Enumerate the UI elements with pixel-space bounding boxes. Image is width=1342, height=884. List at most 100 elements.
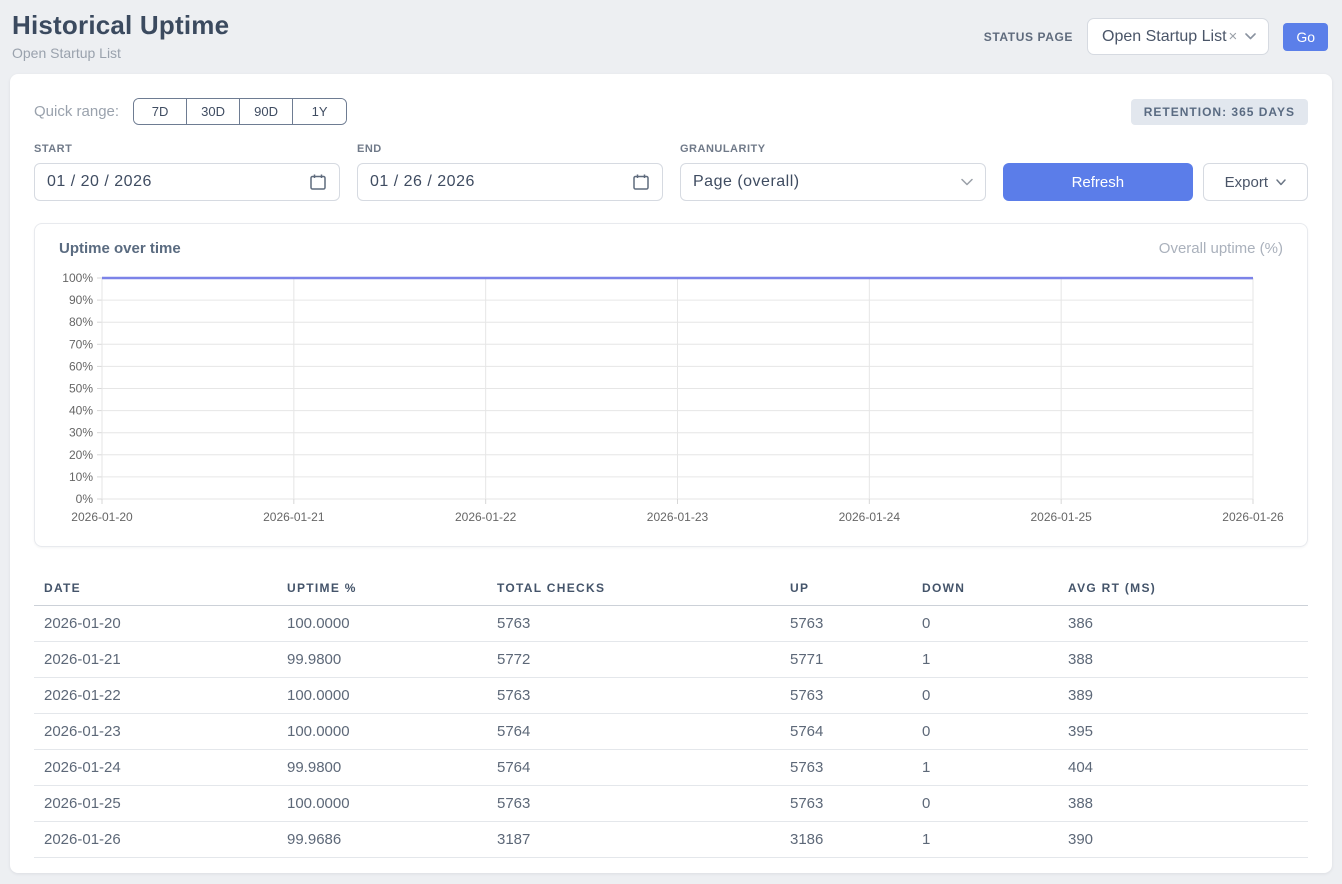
table-cell: 2026-01-23 xyxy=(34,714,277,750)
table-cell: 1 xyxy=(912,642,1058,678)
svg-text:0%: 0% xyxy=(76,492,94,506)
svg-text:70%: 70% xyxy=(69,337,93,351)
uptime-table: DATEUPTIME %TOTAL CHECKSUPDOWNAVG RT (MS… xyxy=(34,573,1308,858)
table-cell: 5763 xyxy=(487,786,780,822)
svg-text:2026-01-23: 2026-01-23 xyxy=(647,510,709,524)
go-button[interactable]: Go xyxy=(1283,23,1328,51)
table-cell: 1 xyxy=(912,822,1058,858)
table-cell: 0 xyxy=(912,714,1058,750)
chart-title: Uptime over time xyxy=(59,240,181,257)
chevron-down-icon xyxy=(1276,179,1286,186)
table-cell: 5772 xyxy=(487,642,780,678)
quick-range-group: 7D30D90D1Y xyxy=(133,98,347,125)
column-header: DATE xyxy=(34,573,277,606)
table-row: 2026-01-25100.0000576357630388 xyxy=(34,786,1308,822)
table-cell: 100.0000 xyxy=(277,714,487,750)
table-cell: 99.9800 xyxy=(277,750,487,786)
svg-text:80%: 80% xyxy=(69,315,93,329)
start-date-input[interactable]: 01 / 20 / 2026 xyxy=(34,163,340,201)
svg-text:2026-01-20: 2026-01-20 xyxy=(71,510,133,524)
table-cell: 5763 xyxy=(487,606,780,642)
table-cell: 5764 xyxy=(780,714,912,750)
table-cell: 386 xyxy=(1058,606,1308,642)
status-page-select[interactable]: Open Startup List × xyxy=(1087,18,1269,55)
table-row: 2026-01-20100.0000576357630386 xyxy=(34,606,1308,642)
calendar-icon[interactable] xyxy=(632,173,650,191)
calendar-icon[interactable] xyxy=(309,173,327,191)
table-cell: 0 xyxy=(912,606,1058,642)
table-cell: 390 xyxy=(1058,822,1308,858)
granularity-value: Page (overall) xyxy=(693,173,800,191)
table-row: 2026-01-23100.0000576457640395 xyxy=(34,714,1308,750)
table-cell: 395 xyxy=(1058,714,1308,750)
uptime-chart-card: Uptime over time Overall uptime (%) 0% 10… xyxy=(34,223,1308,547)
table-cell: 5764 xyxy=(487,714,780,750)
svg-text:50%: 50% xyxy=(69,382,93,396)
table-cell: 5764 xyxy=(487,750,780,786)
table-cell: 2026-01-25 xyxy=(34,786,277,822)
table-cell: 5763 xyxy=(780,606,912,642)
svg-text:60%: 60% xyxy=(69,359,93,373)
end-date-input[interactable]: 01 / 26 / 2026 xyxy=(357,163,663,201)
main-panel: Quick range: 7D30D90D1Y RETENTION: 365 D… xyxy=(10,74,1332,873)
table-cell: 5763 xyxy=(780,786,912,822)
svg-text:40%: 40% xyxy=(69,404,93,418)
quick-range-label: Quick range: xyxy=(34,103,119,120)
svg-text:2026-01-22: 2026-01-22 xyxy=(455,510,517,524)
svg-text:30%: 30% xyxy=(69,426,93,440)
table-cell: 2026-01-22 xyxy=(34,678,277,714)
table-cell: 99.9800 xyxy=(277,642,487,678)
table-cell: 3186 xyxy=(780,822,912,858)
quick-range-90d[interactable]: 90D xyxy=(240,99,293,124)
title-block: Historical Uptime Open Startup List xyxy=(12,10,229,61)
retention-badge: RETENTION: 365 DAYS xyxy=(1131,99,1308,125)
table-cell: 2026-01-26 xyxy=(34,822,277,858)
table-header: DATEUPTIME %TOTAL CHECKSUPDOWNAVG RT (MS… xyxy=(34,573,1308,606)
table-row: 2026-01-2699.9686318731861390 xyxy=(34,822,1308,858)
start-label: START xyxy=(34,143,340,155)
refresh-button[interactable]: Refresh xyxy=(1003,163,1193,201)
table-cell: 404 xyxy=(1058,750,1308,786)
table-cell: 5771 xyxy=(780,642,912,678)
table-cell: 388 xyxy=(1058,786,1308,822)
table-cell: 3187 xyxy=(487,822,780,858)
chart-header: Uptime over time Overall uptime (%) xyxy=(59,240,1283,257)
table-cell: 0 xyxy=(912,786,1058,822)
table-cell: 2026-01-20 xyxy=(34,606,277,642)
end-label: END xyxy=(357,143,663,155)
granularity-label: GRANULARITY xyxy=(680,143,986,155)
clear-selection-icon[interactable]: × xyxy=(1229,28,1238,45)
start-date-field: START 01 / 20 / 2026 xyxy=(34,143,340,201)
column-header: DOWN xyxy=(912,573,1058,606)
table-cell: 0 xyxy=(912,678,1058,714)
quick-range-7d[interactable]: 7D xyxy=(134,99,187,124)
svg-text:20%: 20% xyxy=(69,448,93,462)
column-header: TOTAL CHECKS xyxy=(487,573,780,606)
svg-text:2026-01-21: 2026-01-21 xyxy=(263,510,325,524)
page-title: Historical Uptime xyxy=(12,10,229,41)
chart-legend-label: Overall uptime (%) xyxy=(1159,240,1283,257)
column-header: UPTIME % xyxy=(277,573,487,606)
granularity-field: GRANULARITY Page (overall) xyxy=(680,143,986,201)
table-row: 2026-01-22100.0000576357630389 xyxy=(34,678,1308,714)
table-cell: 100.0000 xyxy=(277,606,487,642)
table-cell: 5763 xyxy=(780,678,912,714)
table-cell: 100.0000 xyxy=(277,678,487,714)
svg-text:90%: 90% xyxy=(69,293,93,307)
filter-row: START 01 / 20 / 2026 END 01 / 26 / 2026 xyxy=(34,143,1308,201)
export-button[interactable]: Export xyxy=(1203,163,1308,201)
status-page-value: Open Startup List xyxy=(1102,28,1227,46)
table-cell: 5763 xyxy=(487,678,780,714)
quick-range-row: Quick range: 7D30D90D1Y RETENTION: 365 D… xyxy=(34,98,1308,125)
granularity-select[interactable]: Page (overall) xyxy=(680,163,986,201)
table-cell: 389 xyxy=(1058,678,1308,714)
export-label: Export xyxy=(1225,174,1268,191)
quick-range-30d[interactable]: 30D xyxy=(187,99,240,124)
table-row: 2026-01-2199.9800577257711388 xyxy=(34,642,1308,678)
chevron-down-icon xyxy=(1245,33,1256,40)
column-header: UP xyxy=(780,573,912,606)
quick-range-1y[interactable]: 1Y xyxy=(293,99,346,124)
svg-text:10%: 10% xyxy=(69,470,93,484)
end-date-value: 01 / 26 / 2026 xyxy=(370,173,475,191)
table-cell: 100.0000 xyxy=(277,786,487,822)
